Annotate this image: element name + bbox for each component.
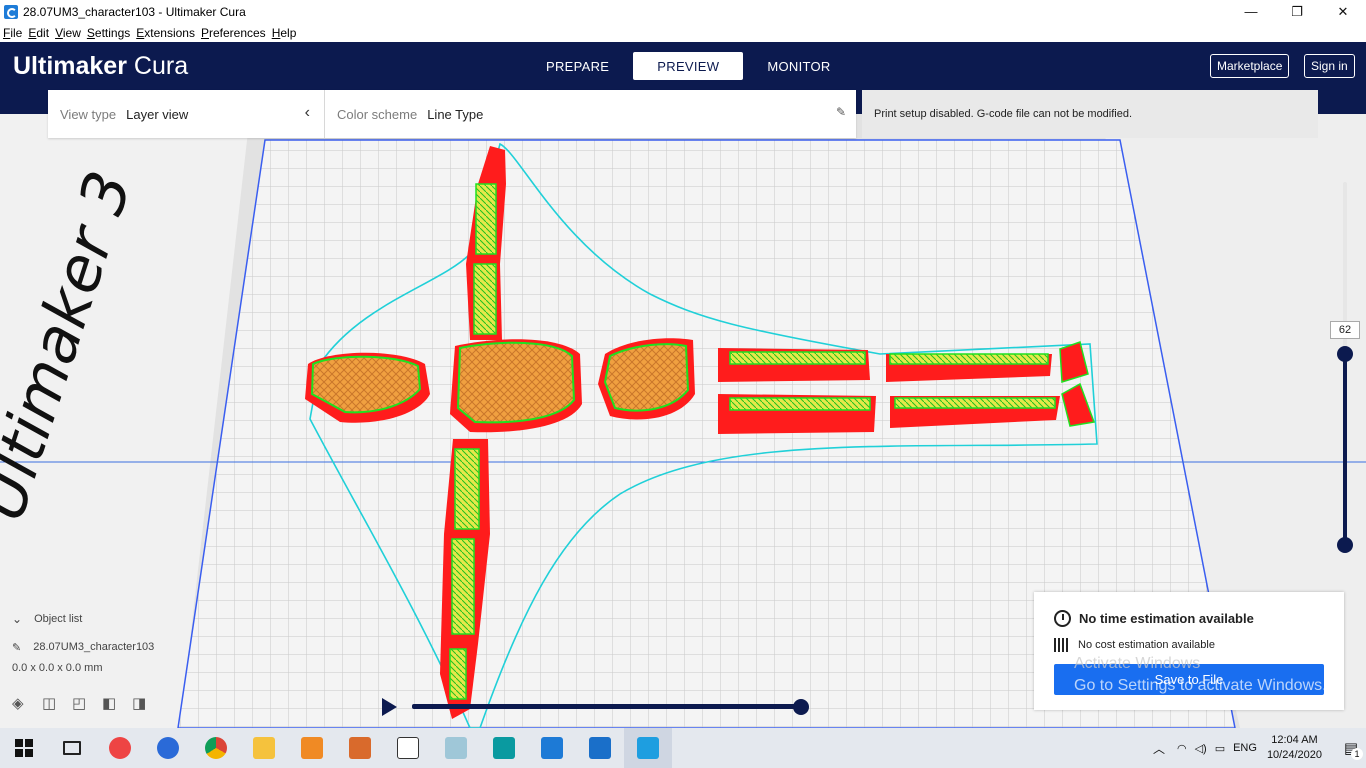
chevron-down-icon: ⌄ xyxy=(12,612,23,626)
clock[interactable]: 12:04 AM 10/24/2020 xyxy=(1267,733,1322,763)
layer-upper-handle[interactable] xyxy=(1337,346,1353,362)
camera-view-buttons: ◈ ◫ ◰ ◧ ◨ xyxy=(12,694,162,712)
menu-bar: File Edit View Settings Extensions Prefe… xyxy=(0,23,1366,42)
view-3d-icon[interactable]: ◈ xyxy=(12,694,42,712)
layer-slider-range xyxy=(1343,354,1347,545)
thunderbird-icon[interactable] xyxy=(144,728,192,768)
fusion-app-icon[interactable] xyxy=(288,728,336,768)
window-controls: — ❐ ✕ xyxy=(1228,0,1366,23)
stage-tabs: PREPARE PREVIEW MONITOR xyxy=(522,52,855,80)
cura-logo: Ultimaker Cura xyxy=(13,52,188,81)
object-list-panel: ⌄ Object list ✎ 28.07UM3_character103 0.… xyxy=(12,610,162,712)
view-type-label: View type xyxy=(60,106,117,122)
cura-window: 28.07UM3_character103 - Ultimaker Cura —… xyxy=(0,0,1366,768)
object-list-label: Object list xyxy=(34,613,83,625)
photos-icon[interactable] xyxy=(576,728,624,768)
barcode-icon xyxy=(1054,638,1070,652)
color-scheme-value: Line Type xyxy=(427,106,484,122)
cura-taskbar-icon[interactable] xyxy=(624,728,672,768)
solitaire-icon[interactable] xyxy=(384,728,432,768)
print-estimation-panel: No time estimation available No cost est… xyxy=(1034,592,1344,710)
tab-monitor[interactable]: MONITOR xyxy=(743,52,854,80)
chevron-left-icon: ‹ xyxy=(304,104,310,121)
view-left-icon[interactable]: ◧ xyxy=(102,694,132,712)
notification-center-button[interactable]: ▤ 1 xyxy=(1336,728,1366,768)
language-indicator[interactable]: ENG xyxy=(1233,742,1257,754)
task-view-icon[interactable] xyxy=(48,728,96,768)
view-front-icon[interactable]: ◫ xyxy=(42,694,72,712)
path-slider-track[interactable] xyxy=(412,704,802,709)
object-dimensions: 0.0 x 0.0 x 0.0 mm xyxy=(12,662,103,674)
notification-count: 1 xyxy=(1351,748,1363,760)
color-scheme-selector[interactable]: Color scheme Line Type ✎ xyxy=(325,90,856,138)
path-slider-handle[interactable] xyxy=(793,699,809,715)
battery-icon[interactable]: ▭ xyxy=(1215,742,1225,755)
tab-prepare[interactable]: PREPARE xyxy=(522,52,633,80)
volume-icon[interactable]: ◁) xyxy=(1195,742,1207,755)
color-scheme-label: Color scheme xyxy=(337,106,418,122)
start-button[interactable] xyxy=(0,728,48,768)
sign-in-button[interactable]: Sign in xyxy=(1304,54,1355,78)
snipping-tool-icon[interactable] xyxy=(96,728,144,768)
view-options-panel: View type Layer view ‹ Color scheme Line… xyxy=(48,90,856,138)
time-estimation-row: No time estimation available xyxy=(1054,610,1254,627)
pencil-icon[interactable]: ✎ xyxy=(12,641,21,654)
logo-cura: Cura xyxy=(133,52,189,80)
tab-preview[interactable]: PREVIEW xyxy=(633,52,744,80)
print-setup-message: Print setup disabled. G-code file can no… xyxy=(862,90,1318,138)
view-type-selector[interactable]: View type Layer view ‹ xyxy=(48,90,324,138)
cost-estimation-text: No cost estimation available xyxy=(1078,639,1215,651)
logo-ultimaker: Ultimaker xyxy=(13,52,127,80)
view-type-value: Layer view xyxy=(126,106,189,122)
file-explorer-icon[interactable] xyxy=(240,728,288,768)
menu-file[interactable]: File xyxy=(3,26,22,40)
menu-help[interactable]: Help xyxy=(272,26,297,40)
current-layer-input[interactable]: 62 xyxy=(1330,321,1360,339)
object-part-right-head xyxy=(598,338,695,420)
3d-builder-icon[interactable] xyxy=(432,728,480,768)
marketplace-button[interactable]: Marketplace xyxy=(1210,54,1290,78)
object-list-toggle[interactable]: ⌄ Object list xyxy=(12,610,162,628)
cura-app-icon xyxy=(4,4,18,19)
layer-lower-handle[interactable] xyxy=(1337,537,1353,553)
title-bar: 28.07UM3_character103 - Ultimaker Cura —… xyxy=(0,0,1366,23)
minimize-button[interactable]: — xyxy=(1228,0,1274,23)
menu-settings[interactable]: Settings xyxy=(87,26,130,40)
vscode-icon[interactable] xyxy=(528,728,576,768)
system-tray: ︿ ◠ ◁) ▭ ENG 12:04 AM 10/24/2020 ▤ 1 xyxy=(1153,728,1366,768)
object-part-center-body xyxy=(450,339,582,433)
menu-edit[interactable]: Edit xyxy=(28,26,49,40)
pencil-icon[interactable]: ✎ xyxy=(836,105,846,119)
paint-app-icon[interactable] xyxy=(336,728,384,768)
save-to-file-button[interactable]: Save to File xyxy=(1054,664,1324,695)
menu-view[interactable]: View xyxy=(55,26,81,40)
chrome-icon[interactable] xyxy=(192,728,240,768)
clock-icon xyxy=(1054,610,1071,627)
close-button[interactable]: ✕ xyxy=(1320,0,1366,23)
object-name-row: ✎ 28.07UM3_character103 xyxy=(12,638,162,656)
clock-time: 12:04 AM xyxy=(1271,734,1318,746)
arduino-icon[interactable] xyxy=(480,728,528,768)
play-icon[interactable] xyxy=(382,698,397,716)
windows-logo-icon xyxy=(15,739,33,757)
view-right-icon[interactable]: ◨ xyxy=(132,694,162,712)
cost-estimation-row: No cost estimation available xyxy=(1054,638,1215,652)
menu-preferences[interactable]: Preferences xyxy=(201,26,266,40)
view-top-icon[interactable]: ◰ xyxy=(72,694,102,712)
maximize-button[interactable]: ❐ xyxy=(1274,0,1320,23)
clock-date: 10/24/2020 xyxy=(1266,749,1322,761)
windows-taskbar: ︿ ◠ ◁) ▭ ENG 12:04 AM 10/24/2020 ▤ 1 xyxy=(0,728,1366,768)
menu-extensions[interactable]: Extensions xyxy=(136,26,195,40)
object-name: 28.07UM3_character103 xyxy=(33,641,155,653)
window-title: 28.07UM3_character103 - Ultimaker Cura xyxy=(23,4,246,19)
chevron-up-icon[interactable]: ︿ xyxy=(1153,740,1165,757)
network-icon[interactable]: ◠ xyxy=(1177,742,1187,755)
time-estimation-text: No time estimation available xyxy=(1079,611,1254,626)
